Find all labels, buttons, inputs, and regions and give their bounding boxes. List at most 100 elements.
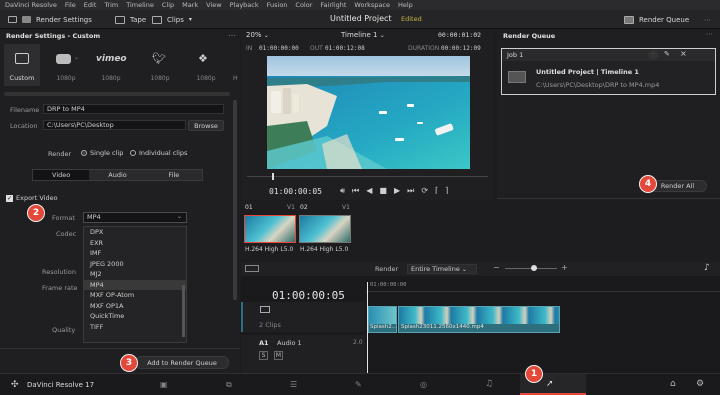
zoom-in-icon[interactable]: + bbox=[561, 263, 568, 272]
preset-youtube[interactable]: ⌄ 1080p bbox=[48, 44, 84, 86]
play-reverse-icon[interactable]: ◀ bbox=[366, 186, 372, 196]
menu-item[interactable]: Timeline bbox=[126, 1, 154, 9]
preset-more[interactable]: H bbox=[233, 74, 238, 82]
add-to-render-queue-button[interactable]: Add to Render Queue bbox=[135, 356, 229, 369]
stop-icon[interactable]: ■ bbox=[379, 186, 387, 196]
render-scope-select[interactable]: Entire Timeline ⌄ bbox=[407, 264, 477, 274]
render-job-card[interactable]: Job 1 · ✎ × Untitled Project | Timeline … bbox=[501, 48, 716, 95]
media-page-icon[interactable]: ▣ bbox=[160, 380, 168, 389]
format-option[interactable]: MXF OP1A bbox=[84, 301, 186, 312]
browse-button[interactable]: Browse bbox=[188, 120, 224, 131]
filename-input[interactable]: DRP to MP4 bbox=[43, 104, 224, 114]
format-option-selected[interactable]: MP4 bbox=[84, 279, 186, 290]
preset-vimeo[interactable]: vimeo 1080p bbox=[92, 44, 130, 86]
format-option[interactable]: DPX bbox=[84, 227, 186, 238]
davinci-logo-icon: ✣ bbox=[11, 380, 19, 390]
video-frame bbox=[267, 56, 470, 169]
tab-audio[interactable]: Audio bbox=[89, 170, 145, 180]
skip-forward-icon[interactable]: ⏭ bbox=[407, 186, 414, 196]
close-icon[interactable]: × bbox=[680, 49, 687, 58]
video-frame-image bbox=[267, 56, 470, 169]
timeline-clip-1[interactable]: Splash2... bbox=[368, 306, 397, 333]
project-title: Untitled Project bbox=[330, 14, 392, 23]
tab-file[interactable]: File bbox=[146, 170, 202, 180]
playhead-marker[interactable] bbox=[272, 173, 274, 180]
viewer-options-icon[interactable]: ⋯ bbox=[474, 30, 481, 38]
format-option[interactable]: TIFF bbox=[84, 322, 186, 333]
menu-item[interactable]: Help bbox=[398, 1, 413, 9]
chevron-down-icon: ▾ bbox=[188, 16, 192, 23]
preset-twitter[interactable]: 🐦︎ 1080p bbox=[142, 44, 178, 86]
menu-item[interactable]: Clip bbox=[162, 1, 174, 9]
track-monitor-icon[interactable] bbox=[260, 306, 270, 313]
render-queue-toggle[interactable]: Render Queue bbox=[624, 10, 689, 29]
job-path: C:\Users\PC\Desktop\DRP to MP4.mp4 bbox=[536, 81, 660, 89]
format-select[interactable]: MP4 ⌄ bbox=[83, 212, 187, 223]
queue-options-icon[interactable]: ⋯ bbox=[706, 30, 713, 38]
out-point-icon[interactable]: ⌉ bbox=[445, 186, 448, 196]
color-page-icon[interactable]: ◎ bbox=[420, 380, 427, 389]
zoom-select[interactable]: 20% ⌄ bbox=[246, 31, 269, 39]
render-settings-toggle[interactable]: Render Settings bbox=[8, 10, 92, 29]
timeline-view-icon[interactable] bbox=[245, 265, 259, 272]
audio-level: 2.0 bbox=[353, 339, 363, 346]
panel-options-icon[interactable]: ⋯ bbox=[228, 31, 236, 40]
format-option[interactable]: QuickTime bbox=[84, 311, 186, 322]
preset-scrollbar[interactable] bbox=[4, 92, 230, 96]
menu-item[interactable]: File bbox=[65, 1, 76, 9]
gear-icon[interactable]: ⚙ bbox=[696, 379, 704, 389]
job-info-icon[interactable]: · bbox=[648, 50, 658, 60]
dropdown-scrollbar[interactable] bbox=[182, 285, 185, 337]
loop-icon[interactable]: ⟳ bbox=[421, 186, 428, 196]
home-icon[interactable]: ⌂ bbox=[670, 379, 676, 389]
timeline-ruler[interactable]: 01:00:00:00 bbox=[366, 280, 720, 292]
individual-clips-radio[interactable]: Individual clips bbox=[130, 149, 187, 157]
twitter-icon: 🐦︎ bbox=[152, 52, 166, 65]
tape-toggle[interactable]: Tape bbox=[115, 10, 146, 29]
format-option[interactable]: JPEG 2000 bbox=[84, 259, 186, 270]
zoom-out-icon[interactable]: − bbox=[493, 263, 500, 272]
menu-item[interactable]: Color bbox=[295, 1, 312, 9]
settings-scrollbar[interactable] bbox=[233, 100, 237, 300]
format-option[interactable]: IMF bbox=[84, 248, 186, 259]
mute-button[interactable]: M bbox=[274, 351, 283, 360]
preset-dropbox[interactable]: ❖ 1080p bbox=[188, 44, 224, 86]
timeline-select[interactable]: Timeline 1 ⌄ bbox=[341, 31, 385, 39]
clip-thumbnail-2[interactable]: 02 V1 H.264 High L5.0 bbox=[299, 204, 351, 259]
skip-back-icon[interactable]: ⏮ bbox=[352, 186, 359, 196]
play-icon[interactable]: ▶ bbox=[394, 186, 400, 196]
edit-page-icon[interactable]: ☰ bbox=[290, 380, 297, 389]
menu-item[interactable]: Workspace bbox=[354, 1, 390, 9]
viewer-scrubber[interactable] bbox=[247, 176, 488, 177]
menu-item[interactable]: Mark bbox=[182, 1, 198, 9]
format-option[interactable]: EXR bbox=[84, 238, 186, 249]
timeline-clip-2[interactable]: Splash23011.2560x1440.mp4 bbox=[398, 306, 560, 333]
menu-item[interactable]: Playback bbox=[230, 1, 259, 9]
menu-item[interactable]: Fusion bbox=[267, 1, 288, 9]
in-point-icon[interactable]: ⌈ bbox=[435, 186, 438, 196]
preset-custom[interactable]: Custom bbox=[4, 44, 40, 86]
format-option[interactable]: MXF OP-Atom bbox=[84, 290, 186, 301]
menu-item[interactable]: View bbox=[206, 1, 221, 9]
single-clip-radio[interactable]: Single clip bbox=[81, 149, 123, 157]
solo-button[interactable]: S bbox=[259, 351, 268, 360]
vimeo-icon: vimeo bbox=[96, 54, 127, 64]
export-video-checkbox[interactable]: ✓ Export Video bbox=[6, 194, 58, 202]
tab-video[interactable]: Video bbox=[33, 170, 90, 180]
fusion-page-icon[interactable]: ✎ bbox=[355, 380, 362, 389]
menu-item[interactable]: DaVinci Resolve bbox=[5, 1, 57, 9]
clips-toggle[interactable]: Clips ▾ bbox=[152, 10, 192, 29]
volume-icon[interactable]: 🔊︎ bbox=[340, 186, 345, 196]
edit-job-icon[interactable]: ✎ bbox=[664, 50, 670, 58]
menu-item[interactable]: Trim bbox=[104, 1, 118, 9]
location-input[interactable]: C:\Users\PC\Desktop bbox=[43, 120, 186, 130]
fairlight-page-icon[interactable]: ♫ bbox=[485, 379, 493, 389]
format-option[interactable]: MJ2 bbox=[84, 269, 186, 280]
music-note-icon[interactable]: ♪ bbox=[704, 263, 710, 273]
zoom-slider-handle[interactable] bbox=[531, 265, 537, 271]
menu-item[interactable]: Fairlight bbox=[320, 1, 346, 9]
more-options-icon[interactable]: ⋯ bbox=[704, 10, 711, 29]
cut-page-icon[interactable]: ⧉ bbox=[226, 380, 232, 390]
clip-thumbnail-1[interactable]: 01 V1 H.264 High L5.0 bbox=[244, 204, 296, 259]
menu-item[interactable]: Edit bbox=[84, 1, 97, 9]
